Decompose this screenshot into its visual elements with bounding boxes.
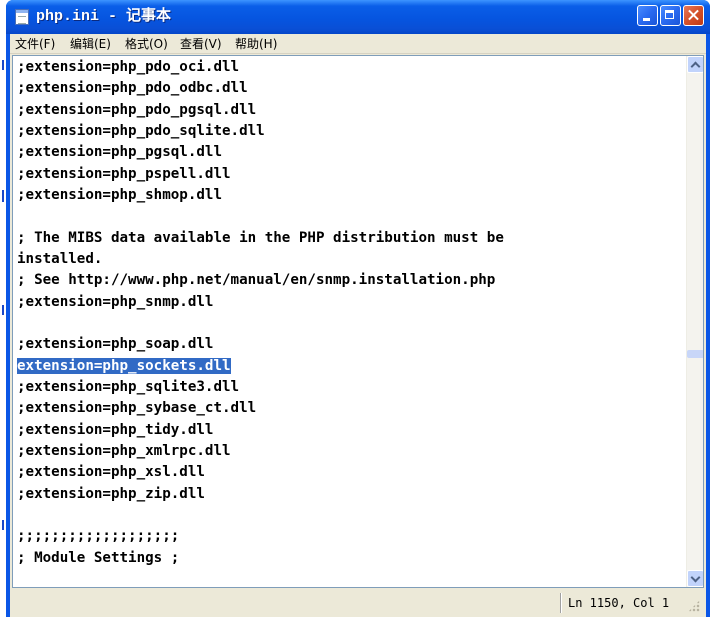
text-line[interactable]: ;extension=php_pspell.dll bbox=[17, 164, 677, 185]
maximize-button[interactable] bbox=[660, 5, 681, 26]
text-content[interactable]: ;extension=php_pdo_oci.dll ;extension=php… bbox=[17, 57, 677, 587]
line-text: ;extension=php_snmp.dll bbox=[17, 293, 214, 310]
text-line[interactable]: ;extension=php_sybase_ct.dll bbox=[17, 398, 677, 419]
text-line[interactable]: ;;;;;;;;;;;;;;;;;;; bbox=[17, 526, 677, 547]
text-line[interactable]: ;extension=php_pdo_sqlite.dll bbox=[17, 121, 677, 142]
menu-file[interactable]: 文件(F) bbox=[15, 36, 55, 52]
text-line[interactable]: ; Module Settings ; bbox=[17, 548, 677, 569]
scroll-down-icon[interactable] bbox=[687, 570, 703, 587]
text-line[interactable] bbox=[17, 505, 677, 526]
menu-bar: 文件(F) 编辑(E) 格式(O) 查看(V) 帮助(H) bbox=[10, 34, 706, 54]
menu-edit[interactable]: 编辑(E) bbox=[70, 36, 111, 52]
status-bar: Ln 1150, Col 1 bbox=[12, 590, 704, 614]
menu-view[interactable]: 查看(V) bbox=[180, 36, 222, 52]
text-line[interactable]: ;extension=php_soap.dll bbox=[17, 334, 677, 355]
text-line[interactable]: ;extension=php_zip.dll bbox=[17, 484, 677, 505]
line-text: ; Module Settings ; bbox=[17, 549, 180, 566]
line-text: ;extension=php_pdo_odbc.dll bbox=[17, 80, 248, 97]
text-line[interactable]: ;extension=php_pdo_pgsql.dll bbox=[17, 100, 677, 121]
resize-grip-icon[interactable] bbox=[688, 600, 700, 612]
text-line[interactable]: ;extension=php_sqlite3.dll bbox=[17, 377, 677, 398]
text-line[interactable]: ;extension=php_pdo_oci.dll bbox=[17, 57, 677, 78]
close-button[interactable] bbox=[683, 5, 704, 26]
cursor-position: Ln 1150, Col 1 bbox=[568, 596, 670, 610]
line-text: ;extension=php_xmlrpc.dll bbox=[17, 442, 231, 459]
selected-text-line[interactable]: extension=php_sockets.dll bbox=[17, 356, 677, 377]
line-text: ; See http://www.php.net/manual/en/snmp.… bbox=[17, 272, 496, 289]
window-title: php.ini - 记事本 bbox=[36, 8, 172, 25]
scroll-up-icon[interactable] bbox=[687, 56, 703, 73]
line-text: ;;;;;;;;;;;;;;;;;;; bbox=[17, 528, 180, 545]
text-line[interactable] bbox=[17, 313, 677, 334]
title-bar[interactable]: php.ini - 记事本 bbox=[6, 0, 710, 34]
text-line[interactable]: ;extension=php_snmp.dll bbox=[17, 292, 677, 313]
notepad-window: php.ini - 记事本 文件(F) 编辑(E) 格式(O) 查看(V) 帮助… bbox=[6, 0, 710, 617]
text-line[interactable]: ;extension=php_pdo_odbc.dll bbox=[17, 78, 677, 99]
text-line[interactable]: ;extension=php_pgsql.dll bbox=[17, 142, 677, 163]
edge-mark bbox=[2, 190, 4, 202]
line-text: ;extension=php_zip.dll bbox=[17, 485, 205, 502]
text-line[interactable]: ;extension=php_shmop.dll bbox=[17, 185, 677, 206]
line-text: ;extension=php_pdo_pgsql.dll bbox=[17, 101, 257, 118]
line-text: ;extension=php_xsl.dll bbox=[17, 464, 205, 481]
line-text: ;extension=php_pdo_sqlite.dll bbox=[17, 122, 265, 139]
text-line[interactable]: installed. bbox=[17, 249, 677, 270]
status-divider bbox=[560, 593, 562, 613]
line-text: installed. bbox=[17, 250, 103, 267]
window-client-area: 文件(F) 编辑(E) 格式(O) 查看(V) 帮助(H) ;extension… bbox=[10, 34, 706, 617]
text-line[interactable]: ; The MIBS data available in the PHP dis… bbox=[17, 228, 677, 249]
minimize-button[interactable] bbox=[637, 5, 658, 26]
text-editor[interactable]: ;extension=php_pdo_oci.dll ;extension=php… bbox=[12, 55, 704, 588]
menu-help[interactable]: 帮助(H) bbox=[235, 36, 277, 52]
vertical-scrollbar[interactable] bbox=[686, 56, 703, 587]
edge-mark bbox=[2, 305, 4, 315]
edge-mark bbox=[2, 60, 4, 70]
line-text: extension=php_sockets.dll bbox=[17, 357, 231, 374]
scroll-thumb[interactable] bbox=[687, 350, 703, 358]
text-line[interactable]: ;extension=php_xsl.dll bbox=[17, 462, 677, 483]
line-text: ;extension=php_pdo_oci.dll bbox=[17, 59, 240, 75]
text-line[interactable] bbox=[17, 206, 677, 227]
text-line[interactable]: ;extension=php_tidy.dll bbox=[17, 420, 677, 441]
notepad-app-icon[interactable] bbox=[15, 9, 29, 25]
text-line[interactable]: ;extension=php_xmlrpc.dll bbox=[17, 441, 677, 462]
line-text: ;extension=php_sybase_ct.dll bbox=[17, 400, 257, 417]
line-text: ; The MIBS data available in the PHP dis… bbox=[17, 229, 504, 246]
line-text: ;extension=php_pgsql.dll bbox=[17, 144, 222, 161]
line-text: ;extension=php_tidy.dll bbox=[17, 421, 214, 438]
line-text: ;extension=php_shmop.dll bbox=[17, 186, 222, 203]
edge-mark bbox=[2, 520, 4, 530]
text-line[interactable]: ; See http://www.php.net/manual/en/snmp.… bbox=[17, 270, 677, 291]
line-text: ;extension=php_soap.dll bbox=[17, 336, 214, 353]
line-text: ;extension=php_sqlite3.dll bbox=[17, 378, 240, 395]
line-text: ;extension=php_pspell.dll bbox=[17, 165, 231, 182]
menu-format[interactable]: 格式(O) bbox=[125, 36, 168, 52]
